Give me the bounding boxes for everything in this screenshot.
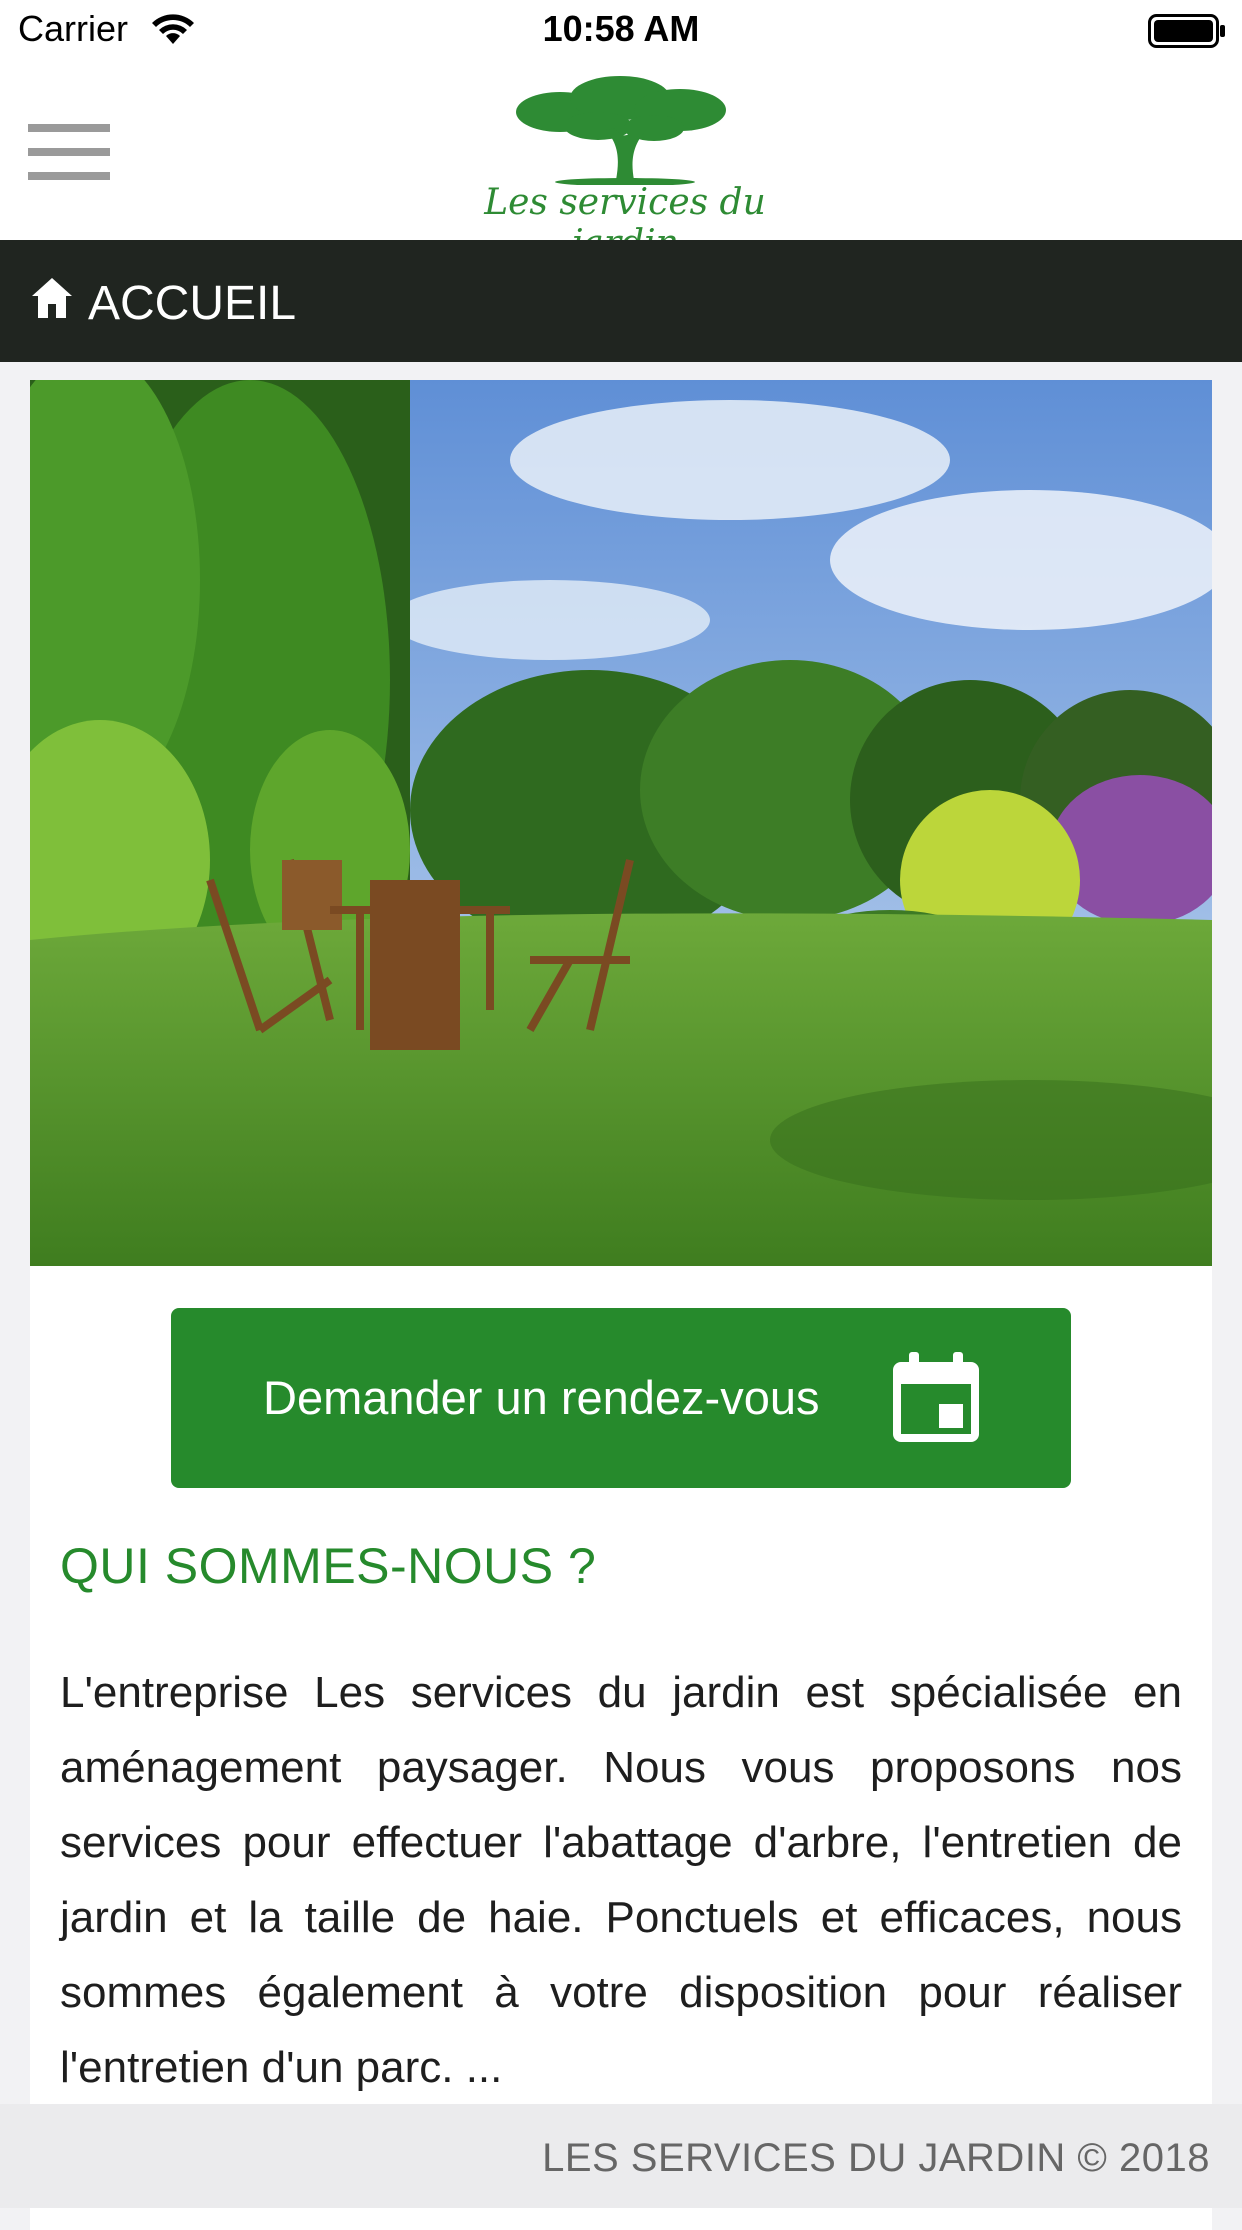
- page-title-bar: ACCUEIL: [0, 240, 1242, 362]
- calendar-icon: [893, 1352, 979, 1442]
- content-card: Demander un rendez-vous QUI SOMMES-NOUS …: [30, 380, 1212, 2230]
- garden-photo: [30, 380, 1212, 1266]
- status-bar: Carrier 10:58 AM: [0, 0, 1242, 62]
- logo: Les services du jardin: [470, 70, 780, 264]
- tree-logo-icon: [516, 76, 726, 185]
- request-appointment-label: Demander un rendez-vous: [263, 1371, 820, 1424]
- about-heading: QUI SOMMES-NOUS ?: [60, 1538, 597, 1594]
- app-header: Les services du jardin: [0, 62, 1242, 264]
- battery-icon: [1148, 14, 1225, 48]
- footer: LES SERVICES DU JARDIN © 2018: [0, 2104, 1242, 2208]
- status-time: 10:58 AM: [542, 8, 700, 49]
- about-text: L'entreprise Les services du jardin est …: [60, 1668, 1182, 2092]
- home-icon: [32, 278, 72, 318]
- hamburger-menu-icon[interactable]: [28, 124, 110, 180]
- page-title: ACCUEIL: [88, 277, 297, 330]
- footer-copyright: LES SERVICES DU JARDIN © 2018: [542, 2136, 1210, 2180]
- request-appointment-button[interactable]: Demander un rendez-vous: [171, 1308, 1071, 1488]
